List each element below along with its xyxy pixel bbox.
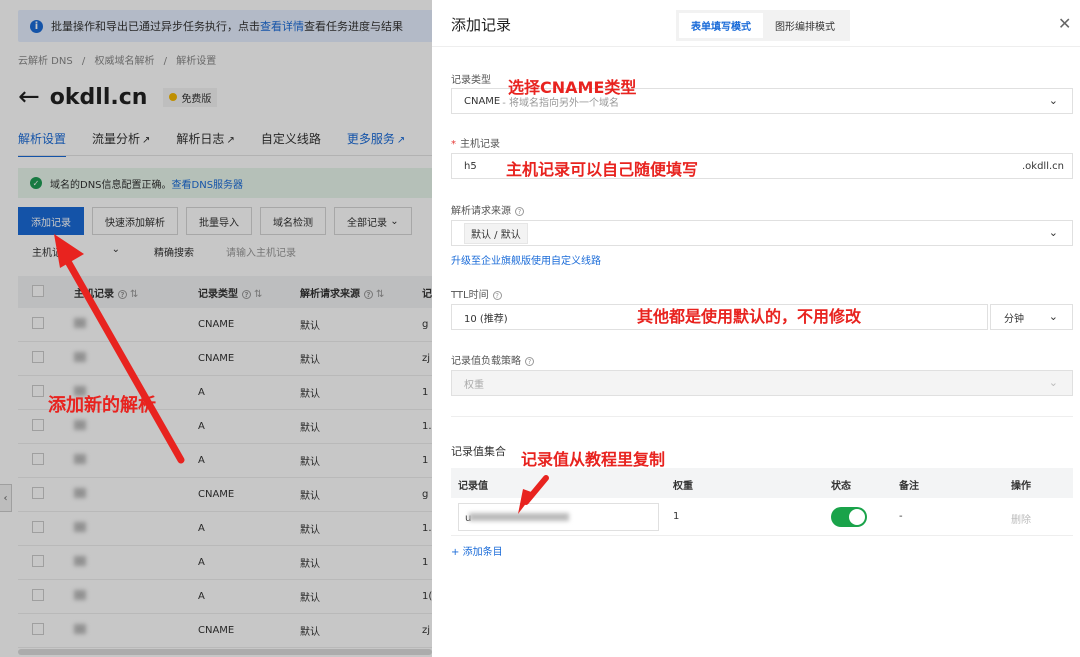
annotation-add: 添加新的解析	[48, 395, 156, 416]
arrow-to-record-value	[518, 475, 549, 514]
arrow-to-add-record	[54, 234, 185, 464]
annotation-defaults: 其他都是使用默认的，不用修改	[637, 307, 862, 326]
annotation-cname: 选择CNAME类型	[508, 78, 637, 97]
annotation-host: 主机记录可以自己随便填写	[506, 160, 699, 179]
annotation-value: 记录值从教程里复制	[521, 450, 666, 469]
annotation-arrows	[54, 234, 549, 514]
